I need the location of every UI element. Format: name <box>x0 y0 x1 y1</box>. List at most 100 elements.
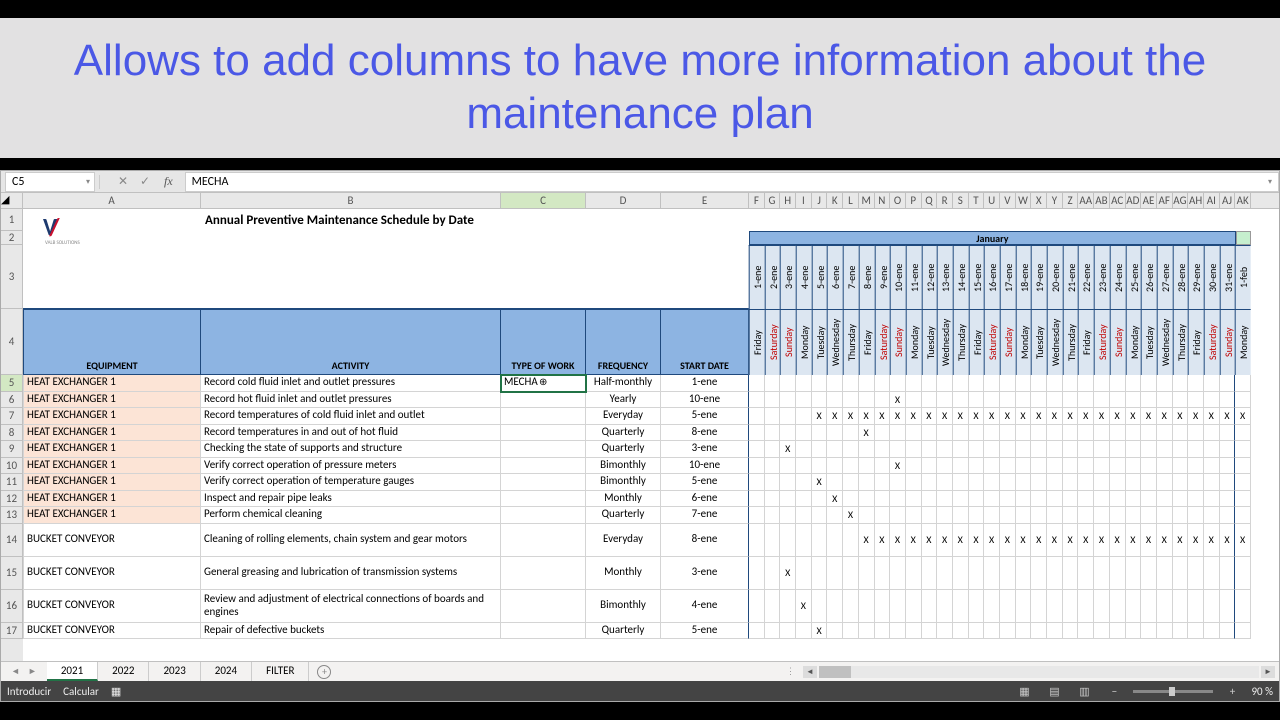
sched-cell[interactable] <box>1063 425 1079 442</box>
sched-cell[interactable]: X <box>1157 524 1173 557</box>
sched-cell[interactable] <box>812 507 828 524</box>
sched-cell[interactable] <box>953 557 969 590</box>
sheet-tab-2023[interactable]: 2023 <box>149 662 200 681</box>
sched-cell[interactable]: X <box>859 425 875 442</box>
sched-cell[interactable] <box>1235 458 1251 475</box>
sched-cell[interactable] <box>906 623 922 640</box>
sched-cell[interactable] <box>984 441 1000 458</box>
sched-cell[interactable] <box>1110 474 1126 491</box>
sched-cell[interactable] <box>780 524 796 557</box>
sched-cell[interactable]: X <box>1031 408 1047 425</box>
sched-cell[interactable] <box>937 557 953 590</box>
cell-frequency[interactable]: Bimonthly <box>586 474 661 491</box>
sched-cell[interactable] <box>922 590 938 623</box>
sched-cell[interactable] <box>906 474 922 491</box>
sched-cell[interactable]: X <box>796 590 812 623</box>
sched-cell[interactable]: X <box>827 408 843 425</box>
sched-cell[interactable] <box>1173 557 1189 590</box>
sched-cell[interactable] <box>984 474 1000 491</box>
sched-cell[interactable]: X <box>1188 524 1204 557</box>
sched-cell[interactable]: X <box>812 474 828 491</box>
sched-cell[interactable] <box>1157 425 1173 442</box>
col-header-AI[interactable]: AI <box>1204 193 1220 208</box>
sched-cell[interactable] <box>875 392 891 409</box>
cell-type[interactable] <box>501 491 586 508</box>
sched-cell[interactable] <box>1173 507 1189 524</box>
sched-cell[interactable] <box>1063 507 1079 524</box>
sched-cell[interactable]: X <box>875 524 891 557</box>
sched-cell[interactable] <box>765 474 781 491</box>
row-header-1[interactable]: 1 <box>1 209 23 231</box>
row-header-17[interactable]: 17 <box>1 623 23 640</box>
sched-cell[interactable]: X <box>827 491 843 508</box>
cell-startdate[interactable]: 7-ene <box>661 507 749 524</box>
sched-cell[interactable]: X <box>937 524 953 557</box>
sched-cell[interactable] <box>1110 590 1126 623</box>
sched-cell[interactable]: X <box>859 408 875 425</box>
col-header-T[interactable]: T <box>969 193 985 208</box>
col-header-G[interactable]: G <box>765 193 781 208</box>
sched-cell[interactable] <box>890 441 906 458</box>
scroll-right-button[interactable]: ► <box>1261 666 1275 678</box>
sched-cell[interactable] <box>1235 491 1251 508</box>
sched-cell[interactable] <box>1204 392 1220 409</box>
sched-cell[interactable] <box>1110 392 1126 409</box>
sched-cell[interactable]: X <box>969 524 985 557</box>
sched-cell[interactable] <box>827 474 843 491</box>
sched-cell[interactable]: X <box>1204 524 1220 557</box>
cell-equipment[interactable]: HEAT EXCHANGER 1 <box>23 491 201 508</box>
cell-equipment[interactable]: HEAT EXCHANGER 1 <box>23 375 201 392</box>
sched-cell[interactable] <box>875 441 891 458</box>
sched-cell[interactable] <box>1188 623 1204 640</box>
col-header-K[interactable]: K <box>827 193 843 208</box>
sched-cell[interactable] <box>953 623 969 640</box>
sched-cell[interactable] <box>1235 590 1251 623</box>
sched-cell[interactable] <box>780 623 796 640</box>
sched-cell[interactable] <box>953 507 969 524</box>
sched-cell[interactable] <box>749 392 765 409</box>
sched-cell[interactable] <box>984 491 1000 508</box>
zoom-level[interactable]: 90 % <box>1251 685 1273 698</box>
sched-cell[interactable] <box>1220 623 1236 640</box>
sched-cell[interactable] <box>843 491 859 508</box>
sched-cell[interactable] <box>1031 623 1047 640</box>
sched-cell[interactable]: X <box>922 524 938 557</box>
sched-cell[interactable] <box>780 375 796 392</box>
sched-cell[interactable]: X <box>1047 408 1063 425</box>
sched-cell[interactable] <box>1220 507 1236 524</box>
sched-cell[interactable] <box>1031 507 1047 524</box>
sched-cell[interactable] <box>827 392 843 409</box>
sched-cell[interactable] <box>1078 491 1094 508</box>
sched-cell[interactable] <box>1204 557 1220 590</box>
sched-cell[interactable] <box>859 441 875 458</box>
sched-cell[interactable] <box>1078 590 1094 623</box>
sched-cell[interactable] <box>1126 425 1142 442</box>
sched-cell[interactable]: X <box>1078 524 1094 557</box>
row-header-9[interactable]: 9 <box>1 441 23 458</box>
cell-type[interactable] <box>501 458 586 475</box>
sched-cell[interactable] <box>1220 474 1236 491</box>
sched-cell[interactable] <box>906 507 922 524</box>
col-header-AJ[interactable]: AJ <box>1220 193 1236 208</box>
sched-cell[interactable] <box>1063 458 1079 475</box>
sched-cell[interactable] <box>859 507 875 524</box>
sched-cell[interactable]: X <box>906 408 922 425</box>
view-pagebreak-icon[interactable]: ▥ <box>1073 683 1095 699</box>
sched-cell[interactable] <box>1078 623 1094 640</box>
sched-cell[interactable] <box>1126 375 1142 392</box>
sched-cell[interactable] <box>1220 491 1236 508</box>
sched-cell[interactable] <box>1016 623 1032 640</box>
sched-cell[interactable] <box>749 491 765 508</box>
sched-cell[interactable] <box>780 408 796 425</box>
cell-equipment[interactable]: HEAT EXCHANGER 1 <box>23 458 201 475</box>
sched-cell[interactable] <box>1141 491 1157 508</box>
sched-cell[interactable] <box>1204 590 1220 623</box>
sched-cell[interactable] <box>1016 458 1032 475</box>
sched-cell[interactable] <box>812 425 828 442</box>
sched-cell[interactable] <box>984 392 1000 409</box>
sched-cell[interactable]: X <box>780 557 796 590</box>
sched-cell[interactable] <box>827 590 843 623</box>
sched-cell[interactable] <box>1000 458 1016 475</box>
cell-startdate[interactable]: 5-ene <box>661 474 749 491</box>
sched-cell[interactable]: X <box>1016 408 1032 425</box>
